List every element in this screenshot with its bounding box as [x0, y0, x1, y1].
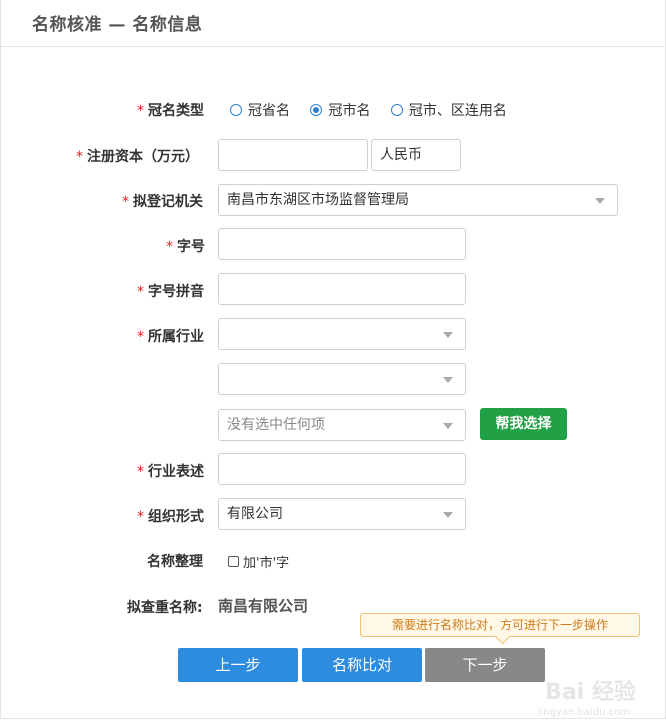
compare-tooltip: 需要进行名称比对，方可进行下一步操作	[360, 613, 640, 637]
duplicate-name-label: 拟查重名称:	[127, 600, 203, 616]
required-mark: *	[137, 103, 144, 119]
required-mark: *	[137, 284, 144, 300]
checkbox-icon	[228, 556, 239, 567]
industry-label: * 所属行业	[137, 329, 204, 345]
radio-circle-icon	[230, 104, 242, 116]
name-arrange-label: 名称整理	[147, 554, 203, 570]
page-header: 名称核准 — 名称信息	[0, 0, 666, 47]
radio-city[interactable]: 冠市名	[310, 100, 370, 120]
trade-name-label: * 字号	[166, 239, 205, 255]
authority-label: * 拟登记机关	[122, 194, 203, 210]
industry-placeholder: 没有选中任何项	[227, 417, 325, 433]
page-title: 名称核准 — 名称信息	[32, 15, 203, 35]
authority-select[interactable]: 南昌市东湖区市场监督管理局	[218, 184, 618, 216]
industry-desc-label: * 行业表述	[137, 464, 204, 480]
required-mark: *	[137, 329, 144, 345]
watermark-url: jingyan.baidu.com	[537, 707, 630, 718]
required-mark: *	[137, 464, 144, 480]
chevron-down-icon	[443, 423, 453, 429]
compare-button[interactable]: 名称比对	[302, 648, 422, 682]
currency-field: 人民币	[371, 139, 461, 171]
duplicate-name-value: 南昌有限公司	[218, 597, 309, 615]
watermark-logo: Bai 经验	[545, 680, 636, 705]
authority-value: 南昌市东湖区市场监督管理局	[227, 192, 409, 208]
radio-province[interactable]: 冠省名	[230, 100, 290, 120]
radio-city-district[interactable]: 冠市、区连用名	[390, 100, 507, 120]
required-mark: *	[76, 149, 83, 165]
required-mark: *	[122, 194, 129, 210]
prev-button[interactable]: 上一步	[178, 648, 298, 682]
org-form-label: * 组织形式	[137, 509, 204, 525]
industry-select-2[interactable]	[218, 363, 466, 395]
chevron-down-icon	[443, 512, 453, 518]
capital-input[interactable]	[218, 139, 368, 171]
industry-select-1[interactable]	[218, 318, 466, 350]
required-mark: *	[166, 239, 173, 255]
org-form-select[interactable]: 有限公司	[218, 498, 466, 530]
required-mark: *	[137, 509, 144, 525]
capital-label: * 注册资本（万元）	[76, 149, 199, 165]
radio-circle-icon	[390, 104, 403, 116]
industry-select-3[interactable]: 没有选中任何项	[218, 409, 466, 441]
next-button[interactable]: 下一步	[425, 648, 545, 682]
radio-circle-checked-icon	[310, 104, 323, 116]
crown-type-label: * 冠名类型	[137, 103, 204, 119]
chevron-down-icon	[595, 198, 605, 204]
trade-name-input[interactable]	[218, 228, 466, 260]
trade-pinyin-label: * 字号拼音	[137, 284, 204, 300]
trade-pinyin-input[interactable]	[218, 273, 466, 305]
industry-desc-input[interactable]	[218, 453, 466, 485]
chevron-down-icon	[443, 377, 453, 383]
crown-type-radio-group: 冠省名 冠市名 冠市、区连用名	[230, 100, 523, 120]
help-select-button[interactable]: 帮我选择	[480, 408, 567, 440]
add-city-checkbox[interactable]: 加'市'字	[228, 552, 289, 571]
chevron-down-icon	[443, 332, 453, 338]
